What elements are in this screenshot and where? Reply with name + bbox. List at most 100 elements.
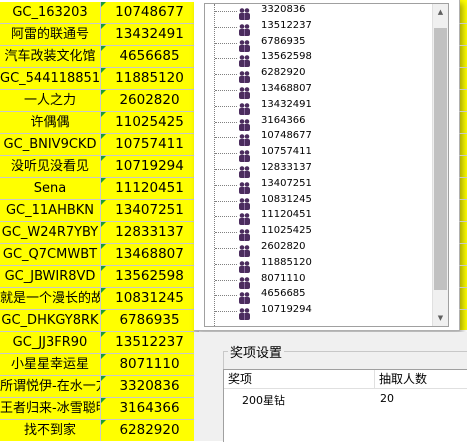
name-cell[interactable]: GC_BNIV9CKD	[0, 134, 101, 156]
tree-item[interactable]: 10748677	[205, 129, 435, 147]
column-header-prize[interactable]: 奖项	[224, 370, 375, 389]
id-cell[interactable]: 8071110	[101, 354, 199, 376]
tree-item[interactable]: 10757411	[205, 145, 435, 163]
tree-item[interactable]: 13562598	[205, 50, 435, 68]
scroll-down-arrow-icon[interactable]: ▼	[433, 310, 448, 326]
table-row[interactable]: GC_5441188512 11885120	[0, 68, 199, 90]
tree-item[interactable]: 13432491	[205, 98, 435, 115]
tree-item[interactable]: 11120451	[205, 208, 435, 226]
name-cell[interactable]: 一人之力	[0, 90, 101, 112]
table-row[interactable]: 没听见没看见 10719294	[0, 156, 199, 178]
spreadsheet-column-edge	[459, 0, 467, 330]
tree-item[interactable]: 3164366	[205, 114, 435, 131]
id-cell[interactable]: 13432491	[101, 24, 199, 46]
scrollbar-thumb[interactable]	[434, 28, 447, 290]
tree-item[interactable]: 8071110	[205, 272, 435, 289]
tree-item[interactable]: 13512237	[205, 19, 435, 36]
name-cell[interactable]: 许偶偶	[0, 112, 101, 134]
table-row[interactable]: GC_BNIV9CKD 10757411	[0, 134, 199, 156]
id-cell[interactable]: 13468807	[101, 244, 199, 266]
count-cell[interactable]: 20	[380, 392, 394, 405]
id-cell[interactable]: 4656685	[101, 46, 199, 68]
name-cell[interactable]: GC_163203	[0, 2, 101, 24]
table-row[interactable]: 所谓悦伊-在水一方 3320836	[0, 376, 199, 398]
id-cell[interactable]: 2602820	[101, 90, 199, 112]
prize-list[interactable]: 奖项 抽取人数 200星钻 20	[223, 369, 467, 442]
grid-divider	[459, 243, 467, 244]
tree-item[interactable]: 10719294	[205, 303, 435, 321]
name-cell[interactable]: GC_11AHBKN	[0, 200, 101, 222]
name-cell[interactable]: GC_JBWIR8VD	[0, 266, 101, 288]
id-cell[interactable]: 6282920	[101, 420, 199, 441]
tree-item[interactable]: 13468807	[205, 82, 435, 99]
name-cell[interactable]: GC_W24R7YBY	[0, 222, 101, 244]
id-value: 13512237	[115, 334, 184, 350]
name-cell[interactable]: GC_JJ3FR90	[0, 332, 101, 354]
spreadsheet-grid: GC_163203 10748677 阿雷的联通号 13432491 汽车改装文化馆 46…	[0, 0, 199, 441]
tree-item[interactable]: 11885120	[205, 256, 435, 273]
id-cell[interactable]: 13407251	[101, 200, 199, 222]
table-row[interactable]: 汽车改装文化馆 4656685	[0, 46, 199, 68]
id-cell[interactable]: 11885120	[101, 68, 199, 90]
tree-item[interactable]: 6282920	[205, 66, 435, 84]
comment-marker-icon	[101, 134, 106, 139]
table-row[interactable]: Sena 11120451	[0, 178, 199, 200]
table-row[interactable]: 阿雷的联通号 13432491	[0, 24, 199, 46]
name-cell[interactable]: Sena	[0, 178, 101, 200]
tree-item[interactable]: 10831245	[205, 193, 435, 210]
table-row[interactable]: GC_JJ3FR90 13512237	[0, 332, 199, 354]
table-row[interactable]: 许偶偶 11025425	[0, 112, 199, 134]
grid-divider	[459, 89, 467, 90]
tree-item[interactable]: 4656685	[205, 287, 435, 305]
grid-divider	[459, 287, 467, 288]
name-cell[interactable]: 没听见没看见	[0, 156, 101, 178]
table-row[interactable]: 一人之力 2602820	[0, 90, 199, 112]
table-row[interactable]: GC_W24R7YBY 12833137	[0, 222, 199, 244]
id-cell[interactable]: 10719294	[101, 156, 199, 178]
table-row[interactable]: 就是一个漫长的故事 10831245	[0, 288, 199, 310]
prize-cell[interactable]: 200星钻	[242, 392, 285, 408]
winner-tree[interactable]: 3320836 13512237 6786935 13562598 6282920 134…	[204, 3, 449, 327]
table-row[interactable]: GC_DHKGY8RK 6786935	[0, 310, 199, 332]
id-cell[interactable]: 13512237	[101, 332, 199, 354]
id-cell[interactable]: 3164366	[101, 398, 199, 420]
table-row[interactable]: GC_JBWIR8VD 13562598	[0, 266, 199, 288]
name-cell[interactable]: GC_DHKGY8RK	[0, 310, 101, 332]
table-row[interactable]: GC_163203 10748677	[0, 2, 199, 24]
id-cell[interactable]: 11025425	[101, 112, 199, 134]
name-cell[interactable]: 就是一个漫长的故事	[0, 288, 101, 310]
id-value: 11025425	[115, 114, 184, 130]
tree-connector	[215, 232, 237, 234]
id-cell[interactable]: 11120451	[101, 178, 199, 200]
comment-marker-icon	[101, 2, 106, 7]
name-cell[interactable]: GC_5441188512	[0, 68, 101, 90]
table-row[interactable]: 小星星幸运星 8071110	[0, 354, 199, 376]
id-cell[interactable]: 10831245	[101, 288, 199, 310]
tree-item[interactable]: 11025425	[205, 224, 435, 242]
name-cell[interactable]: GC_Q7CMWBT	[0, 244, 101, 266]
table-row[interactable]: GC_11AHBKN 13407251	[0, 200, 199, 222]
vertical-scrollbar[interactable]: ▲ ▼	[432, 4, 448, 326]
name-cell[interactable]: 小星星幸运星	[0, 354, 101, 376]
tree-item[interactable]: 12833137	[205, 161, 435, 178]
id-cell[interactable]: 3320836	[101, 376, 199, 398]
name-cell[interactable]: 王者归来-冰雪聪明	[0, 398, 101, 420]
table-row[interactable]: 王者归来-冰雪聪明 3164366	[0, 398, 199, 420]
column-header-count[interactable]: 抽取人数	[375, 370, 467, 389]
table-row[interactable]: 找不到家 6282920	[0, 420, 199, 441]
name-cell[interactable]: 找不到家	[0, 420, 101, 441]
id-cell[interactable]: 13562598	[101, 266, 199, 288]
name-cell[interactable]: 汽车改装文化馆	[0, 46, 101, 68]
scroll-up-arrow-icon[interactable]: ▲	[433, 4, 448, 20]
tree-item[interactable]: 3320836	[205, 4, 435, 20]
table-row[interactable]: GC_Q7CMWBT 13468807	[0, 244, 199, 266]
id-cell[interactable]: 10748677	[101, 2, 199, 24]
id-cell[interactable]: 6786935	[101, 310, 199, 332]
id-cell[interactable]: 10757411	[101, 134, 199, 156]
id-cell[interactable]: 12833137	[101, 222, 199, 244]
tree-item[interactable]: 2602820	[205, 240, 435, 257]
tree-item[interactable]: 6786935	[205, 35, 435, 52]
name-cell[interactable]: 所谓悦伊-在水一方	[0, 376, 101, 398]
tree-item[interactable]: 13407251	[205, 177, 435, 194]
name-cell[interactable]: 阿雷的联通号	[0, 24, 101, 46]
